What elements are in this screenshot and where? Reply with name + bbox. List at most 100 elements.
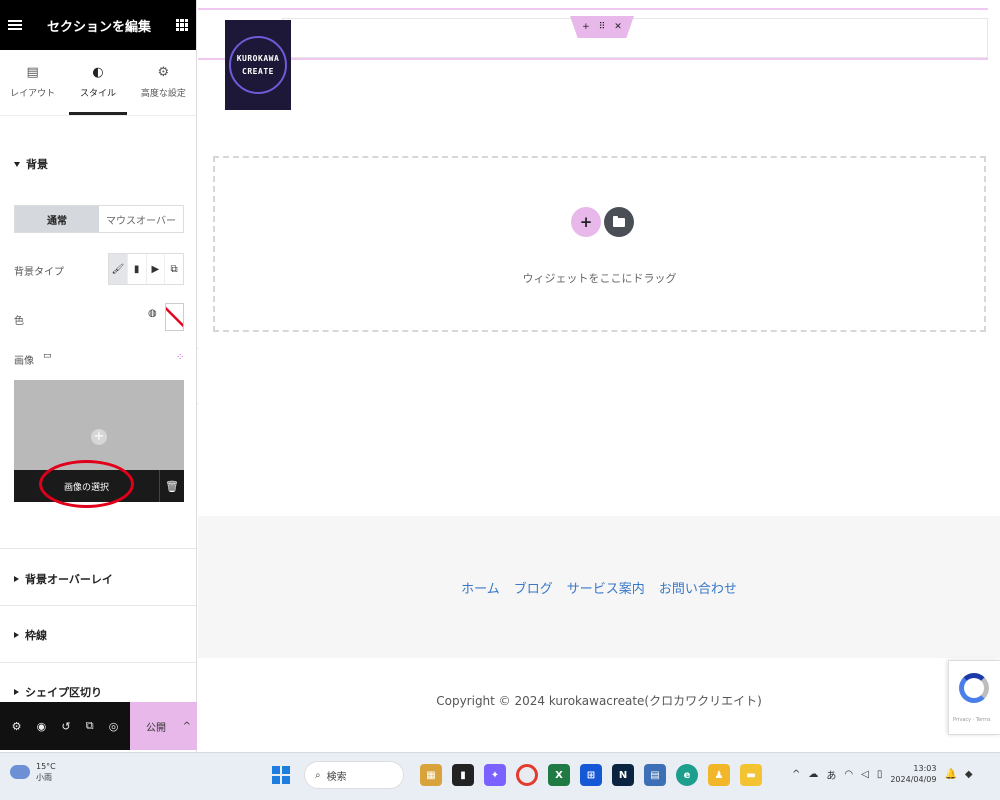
- recaptcha-terms: Privacy · Terms: [953, 717, 991, 723]
- clock-date: 2024/04/09: [890, 775, 937, 784]
- dynamic-tags-icon[interactable]: ⁘: [176, 352, 184, 363]
- battery-icon[interactable]: ▯: [877, 769, 883, 780]
- volume-icon[interactable]: ◁: [861, 769, 869, 780]
- state-hover[interactable]: マウスオーバー: [99, 206, 183, 232]
- drag-handle-icon[interactable]: ⠿: [599, 22, 606, 32]
- section-background[interactable]: 背景: [0, 156, 48, 172]
- tab-advanced-label: 高度な設定: [140, 89, 186, 99]
- taskbar: 15°C 小雨 ⌕ 検索 ▦ ▮ ✦ X ⊞ N ▤ e ♟ ▬ ^ ☁ あ ◠…: [0, 752, 1000, 800]
- gradient-icon[interactable]: ▮: [128, 254, 147, 284]
- tab-advanced[interactable]: ⚙ 高度な設定: [131, 50, 196, 115]
- preview-eye-icon[interactable]: ◎: [109, 720, 119, 733]
- background-type-label: 背景タイプ: [14, 267, 64, 278]
- weather-widget[interactable]: 15°C 小雨: [10, 761, 56, 783]
- template-library-button[interactable]: [604, 207, 634, 237]
- color-picker-swatch[interactable]: [165, 303, 184, 331]
- divider: [0, 605, 196, 606]
- add-icon[interactable]: +: [582, 22, 590, 32]
- notification-bell-icon[interactable]: 🔔: [944, 769, 956, 780]
- publish-button[interactable]: 公開 ^: [130, 702, 197, 750]
- panel-footer: ⚙ ◉ ↺ ⧉ ◎ 公開 ^: [0, 702, 197, 750]
- section-border-label: 枠線: [25, 629, 47, 642]
- file-explorer-icon[interactable]: ▬: [740, 764, 762, 786]
- footer-link-blog[interactable]: ブログ: [514, 578, 553, 597]
- widgets-app-icon[interactable]: ▦: [420, 764, 442, 786]
- editor-canvas: + ⠿ ✕ KUROKAWA CREATE + ウィジェットをここにドラッグ ホ…: [198, 0, 1000, 752]
- caret-right-icon: [14, 632, 19, 638]
- slideshow-icon[interactable]: ⧉: [165, 254, 183, 284]
- excel-app-icon[interactable]: X: [548, 764, 570, 786]
- notion-app-icon[interactable]: N: [612, 764, 634, 786]
- panel-tabs: ▤ レイアウト ◐ スタイル ⚙ 高度な設定: [0, 50, 196, 116]
- onedrive-icon[interactable]: ☁: [808, 769, 818, 780]
- panel-title: セクションを編集: [46, 19, 151, 35]
- footer-link-contact[interactable]: お問い合わせ: [659, 578, 737, 597]
- weather-condition: 小雨: [36, 773, 52, 782]
- widget-drop-zone[interactable]: + ウィジェットをここにドラッグ: [213, 156, 986, 332]
- section-background-overlay[interactable]: 背景オーバーレイ: [0, 571, 113, 587]
- style-icon: ◐: [92, 65, 104, 80]
- clock[interactable]: 13:03 2024/04/09: [890, 763, 936, 785]
- gear-icon: ⚙: [157, 65, 170, 80]
- recaptcha-badge[interactable]: Privacy · Terms: [948, 660, 1000, 735]
- people-app-icon[interactable]: ♟: [708, 764, 730, 786]
- copyright-text: Copyright © 2024 kurokawacreate(クロカワクリエイ…: [436, 694, 762, 708]
- taskbar-search[interactable]: ⌕ 検索: [304, 761, 404, 789]
- search-placeholder: 検索: [326, 771, 347, 783]
- terminal-app-icon[interactable]: ▮: [452, 764, 474, 786]
- background-type-group: 🖌 ▮ ▶ ⧉: [108, 253, 184, 285]
- responsive-icon[interactable]: ⧉: [86, 719, 94, 733]
- section-shape-divider[interactable]: シェイプ区切り: [0, 684, 102, 700]
- logo-text-line-2: CREATE: [242, 67, 274, 76]
- menu-icon[interactable]: [8, 20, 22, 30]
- editor-panel: セクションを編集 ▤ レイアウト ◐ スタイル ⚙ 高度な設定 背景 通常 マウ…: [0, 0, 197, 752]
- logo-emblem: KUROKAWA CREATE: [229, 36, 287, 94]
- settings-icon[interactable]: ⚙: [12, 720, 22, 733]
- recaptcha-icon: [959, 673, 989, 703]
- globe-icon[interactable]: ◍: [148, 308, 160, 322]
- cloud-rain-icon: [10, 765, 30, 779]
- header-section[interactable]: + ⠿ ✕: [198, 8, 988, 60]
- store-app-icon[interactable]: ⊞: [580, 764, 602, 786]
- chevron-up-icon[interactable]: ^: [183, 721, 191, 732]
- section-overlay-label: 背景オーバーレイ: [25, 573, 113, 586]
- brush-icon[interactable]: 🖌: [109, 254, 128, 284]
- chevron-up-icon[interactable]: ^: [792, 769, 800, 780]
- history-icon[interactable]: ↺: [61, 720, 70, 733]
- windows-start-icon[interactable]: [272, 766, 290, 784]
- image-label: 画像: [14, 356, 34, 367]
- drop-zone-text: ウィジェットをここにドラッグ: [522, 272, 677, 285]
- footer-link-services[interactable]: サービス案内: [567, 578, 645, 597]
- divider: [0, 548, 196, 549]
- header-column[interactable]: [282, 18, 988, 58]
- copilot-app-icon[interactable]: ✦: [484, 764, 506, 786]
- caret-down-icon: [14, 161, 20, 167]
- trash-icon[interactable]: 🗑: [160, 470, 184, 502]
- temperature: 15°C: [36, 762, 56, 771]
- plus-icon[interactable]: +: [91, 429, 107, 445]
- copilot-tray-icon[interactable]: ◆: [965, 769, 973, 780]
- layers-icon[interactable]: ◉: [37, 720, 47, 733]
- tab-layout[interactable]: ▤ レイアウト: [0, 50, 65, 115]
- caret-right-icon: [14, 576, 19, 582]
- video-icon[interactable]: ▶: [147, 254, 166, 284]
- docs-app-icon[interactable]: ▤: [644, 764, 666, 786]
- folder-icon: [613, 215, 625, 227]
- site-logo[interactable]: KUROKAWA CREATE: [225, 20, 291, 110]
- footer-link-home[interactable]: ホーム: [461, 578, 500, 597]
- tab-style[interactable]: ◐ スタイル: [65, 50, 130, 115]
- chrome-app-icon[interactable]: [516, 764, 538, 786]
- color-label: 色: [14, 316, 24, 327]
- widgets-grid-icon[interactable]: [175, 19, 188, 31]
- state-normal[interactable]: 通常: [15, 206, 99, 232]
- layout-icon: ▤: [26, 65, 39, 80]
- edge-app-icon[interactable]: e: [676, 764, 698, 786]
- add-section-button[interactable]: +: [571, 207, 601, 237]
- close-icon[interactable]: ✕: [614, 22, 622, 32]
- wifi-icon[interactable]: ◠: [844, 769, 853, 780]
- section-border[interactable]: 枠線: [0, 627, 47, 643]
- taskbar-apps: ⌕ 検索 ▦ ▮ ✦ X ⊞ N ▤ e ♟ ▬: [272, 761, 764, 789]
- ime-indicator[interactable]: あ: [826, 767, 836, 782]
- desktop-icon[interactable]: ▭: [43, 351, 52, 361]
- section-handle[interactable]: + ⠿ ✕: [570, 16, 634, 38]
